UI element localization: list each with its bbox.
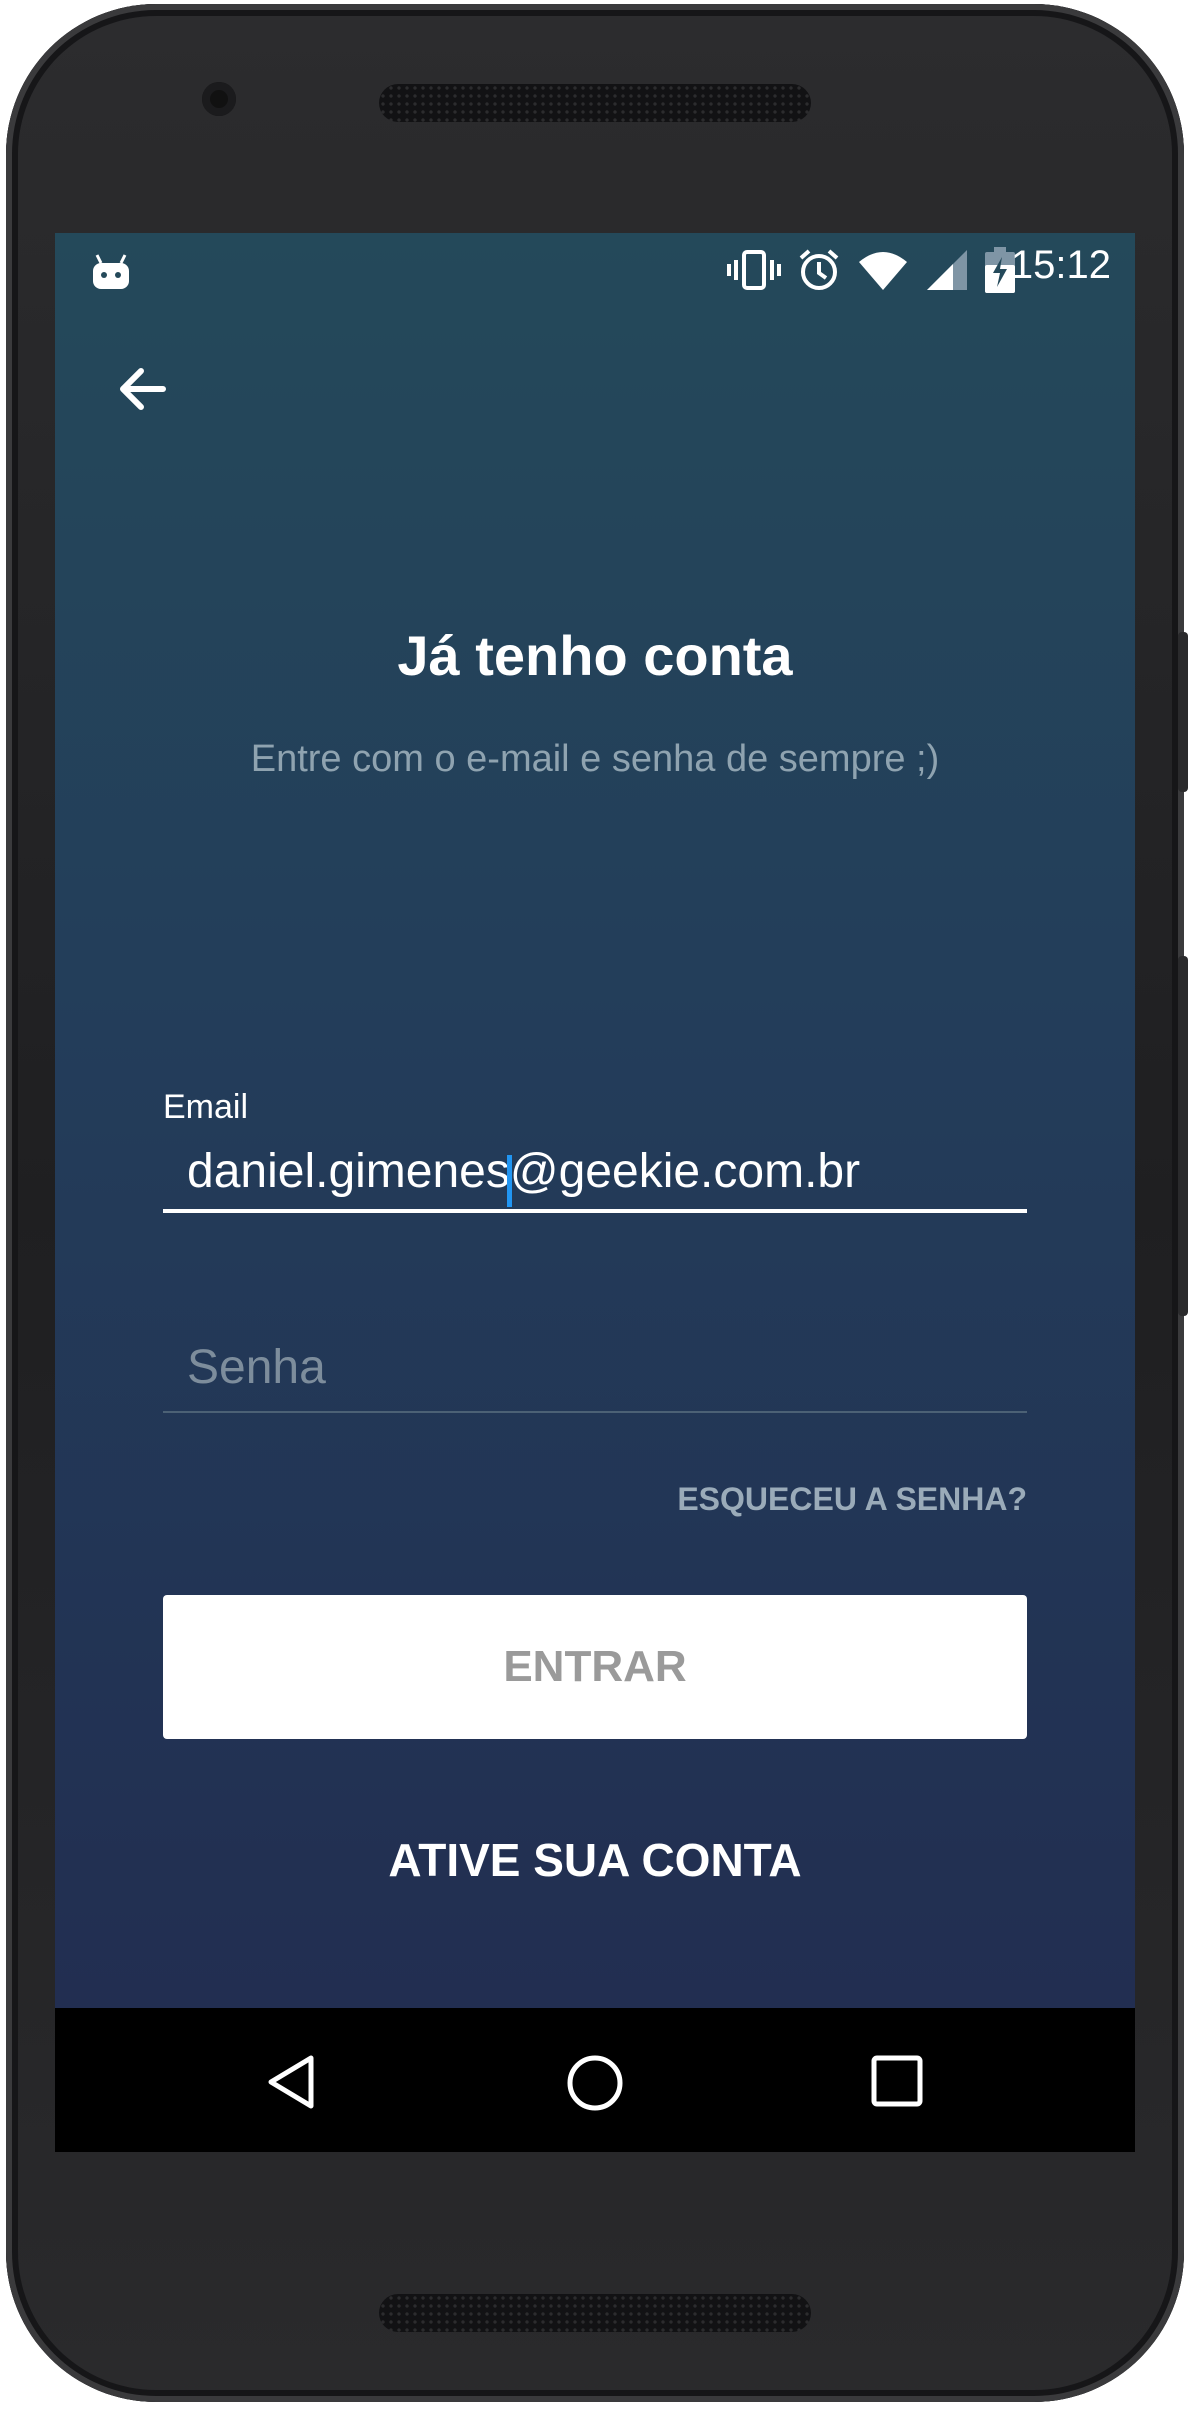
- email-field[interactable]: [163, 1133, 1027, 1213]
- status-time: 15:12: [1010, 243, 1111, 287]
- signal-icon: [927, 250, 967, 290]
- page-title: Já tenho conta: [397, 624, 793, 687]
- wifi-icon: [859, 252, 907, 290]
- app-screen: 15:12 Já tenho conta Entre com o e-mail …: [55, 233, 1135, 2008]
- page-subtitle: Entre com o e-mail e senha de sempre ;): [250, 738, 940, 780]
- arrow-left-icon[interactable]: [111, 357, 175, 421]
- android-debug-icon: [93, 254, 129, 289]
- power-button: [1178, 632, 1188, 792]
- vibrate-icon: [727, 250, 781, 290]
- volume-button: [1178, 956, 1188, 1316]
- top-speaker: [379, 84, 811, 122]
- activate-account-link[interactable]: ATIVE SUA CONTA: [55, 1833, 1135, 1887]
- front-camera: [202, 82, 236, 116]
- forgot-password-link[interactable]: ESQUECEU A SENHA?: [677, 1481, 1027, 1518]
- back-triangle-icon[interactable]: [263, 2054, 319, 2110]
- navigation-bar: [55, 2008, 1135, 2152]
- recents-square-icon[interactable]: [870, 2054, 924, 2108]
- password-field[interactable]: [163, 1323, 1027, 1413]
- submit-button[interactable]: ENTRAR: [163, 1595, 1027, 1739]
- status-bar: 15:12: [55, 233, 1135, 305]
- email-label: Email: [163, 1088, 249, 1126]
- text-cursor: [507, 1155, 512, 1207]
- home-circle-icon[interactable]: [566, 2054, 624, 2112]
- alarm-icon: [799, 249, 839, 290]
- bottom-speaker: [379, 2294, 811, 2332]
